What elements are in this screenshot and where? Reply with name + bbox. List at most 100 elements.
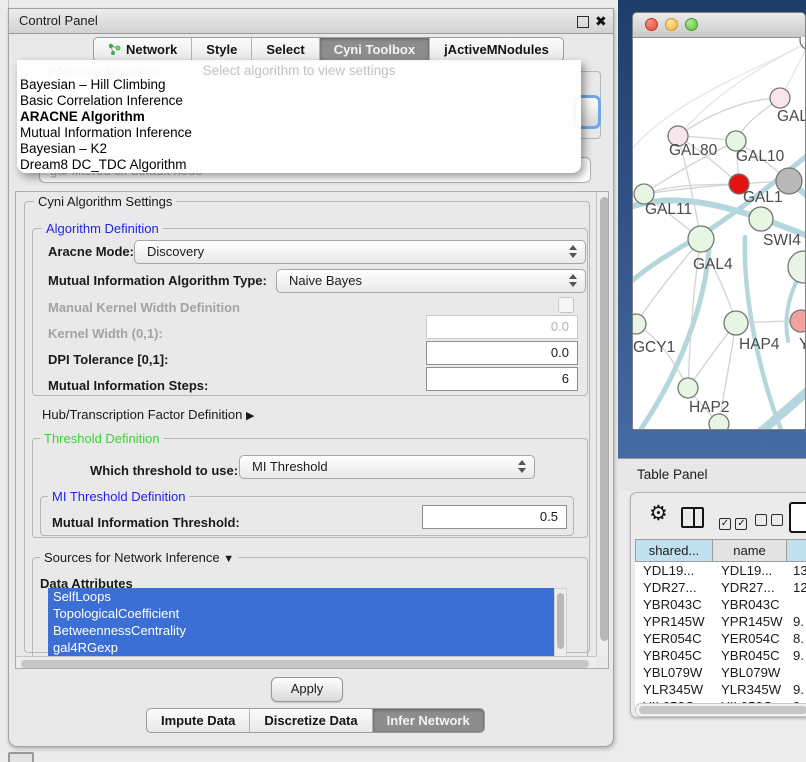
kernel-width-field[interactable]: 0.0 [426, 315, 578, 339]
attributes-scrollbar[interactable] [554, 588, 567, 658]
table-row[interactable]: YBR045CYBR045C9. [635, 647, 806, 664]
network-node[interactable] [724, 311, 748, 335]
table-cell[interactable]: YBR043C [713, 596, 787, 613]
network-node[interactable] [790, 310, 806, 332]
tab-infer-network[interactable]: Infer Network [372, 709, 484, 732]
table-cell[interactable]: 9. [787, 647, 806, 664]
column-header-clipped[interactable] [787, 539, 806, 562]
network-node[interactable] [770, 88, 790, 108]
document-icon[interactable] [789, 502, 806, 533]
tab-cyni-toolbox[interactable]: Cyni Toolbox [319, 38, 429, 61]
network-node[interactable] [788, 251, 806, 283]
table-cell[interactable]: YBR045C [713, 647, 787, 664]
control-panel-titlebar[interactable]: Control Panel ✖ [9, 9, 613, 34]
table-cell[interactable]: 12 [787, 579, 806, 596]
clear-checks-icon[interactable] [755, 513, 783, 531]
table-row[interactable]: YLR345WYLR345W9. [635, 681, 806, 698]
close-icon[interactable]: ✖ [595, 11, 607, 31]
table-cell[interactable]: YER054C [713, 630, 787, 647]
table-cell[interactable]: YDR27... [635, 579, 713, 596]
table-cell[interactable]: YBL079W [635, 664, 713, 681]
algorithm-option-bayesian-k2[interactable]: Bayesian – K2 [17, 141, 581, 157]
table-row[interactable]: YBR043CYBR043C [635, 596, 806, 613]
expand-right-icon[interactable]: ▶ [246, 410, 254, 422]
network-node[interactable] [749, 207, 773, 231]
column-header-name[interactable]: name [713, 539, 787, 562]
settings-vscrollbar[interactable] [596, 192, 609, 656]
algorithm-option-mutual-information-inference[interactable]: Mutual Information Inference [17, 125, 581, 141]
select-all-checks-icon[interactable]: ✓ ✓ [719, 513, 747, 531]
float-panel-icon[interactable] [577, 16, 589, 28]
attribute-item-gal4rgexp[interactable]: gal4RGexp [48, 639, 554, 656]
attribute-item-topologicalcoefficient[interactable]: TopologicalCoefficient [48, 605, 554, 622]
table-cell[interactable]: YBL079W [713, 664, 787, 681]
table-row[interactable]: YDL19...YDL19...13 [635, 562, 806, 579]
tab-impute-data[interactable]: Impute Data [147, 709, 249, 732]
table-cell[interactable] [787, 596, 806, 613]
network-node[interactable] [800, 37, 806, 50]
gear-icon[interactable]: ⚙ [649, 501, 668, 526]
network-node[interactable] [678, 378, 698, 398]
sources-toggle[interactable]: Sources for Network Inference ▼ [40, 550, 238, 565]
attribute-item-selfloops[interactable]: SelfLoops [48, 588, 554, 605]
table-row[interactable]: YER054CYER054C8. [635, 630, 806, 647]
settings-hscrollbar[interactable] [16, 656, 596, 669]
table-cell[interactable]: YDR27... [713, 579, 787, 596]
algorithm-option-dream8-dc-tdc-algorithm[interactable]: Dream8 DC_TDC Algorithm [17, 157, 581, 173]
split-columns-icon[interactable] [681, 507, 704, 528]
table-cell[interactable]: YBR045C [635, 647, 713, 664]
clipped-corner-button[interactable] [8, 752, 34, 762]
mi-type-select[interactable]: Naive Bayes [276, 269, 586, 293]
table-cell[interactable]: 8. [787, 630, 806, 647]
apply-button[interactable]: Apply [271, 677, 343, 702]
table-row[interactable]: YPR145WYPR145W9. [635, 613, 806, 630]
network-edge[interactable] [745, 237, 783, 430]
tab-select[interactable]: Select [251, 38, 318, 61]
table-cell[interactable] [787, 664, 806, 681]
column-header-shared[interactable]: shared... [635, 539, 713, 562]
mi-threshold-field[interactable]: 0.5 [422, 505, 567, 529]
network-edge[interactable] [678, 99, 780, 136]
network-node[interactable] [709, 414, 729, 430]
table-cell[interactable]: 9. [787, 681, 806, 698]
scrollbar-thumb[interactable] [639, 706, 806, 714]
table-cell[interactable]: YER054C [635, 630, 713, 647]
tab-discretize-data[interactable]: Discretize Data [249, 709, 371, 732]
table-row[interactable]: YBL079WYBL079W [635, 664, 806, 681]
network-node[interactable] [633, 314, 646, 334]
minimize-traffic-light[interactable] [665, 18, 678, 31]
collapse-down-icon[interactable]: ▼ [223, 553, 234, 565]
scrollbar-thumb[interactable] [600, 197, 609, 641]
aracne-mode-select[interactable]: Discovery [134, 240, 586, 264]
table-cell[interactable]: YPR145W [635, 613, 713, 630]
tab-style[interactable]: Style [191, 38, 251, 61]
table-cell[interactable]: YBR043C [635, 596, 713, 613]
network-node[interactable] [688, 226, 714, 252]
table-cell[interactable]: 9. [787, 613, 806, 630]
network-canvas[interactable]: GALGAL80GAL10GAL1GAL11SWI4GAL4GCY1HAP4YH… [633, 37, 806, 430]
manual-kernel-checkbox[interactable] [558, 297, 574, 313]
scrollbar-thumb[interactable] [557, 593, 564, 649]
hub-definition-toggle[interactable]: Hub/Transcription Factor Definition ▶ [42, 407, 254, 422]
table-cell[interactable]: YPR145W [713, 613, 787, 630]
table-cell[interactable]: YDL19... [713, 562, 787, 579]
which-threshold-select[interactable]: MI Threshold [239, 455, 535, 479]
algorithm-option-aracne-algorithm[interactable]: ARACNE Algorithm [17, 109, 581, 125]
zoom-traffic-light[interactable] [685, 18, 698, 31]
table-cell[interactable]: YLR345W [713, 681, 787, 698]
tab-jactivemnodules[interactable]: jActiveMNodules [429, 38, 563, 61]
table-cell[interactable]: 13 [787, 562, 806, 579]
network-window-titlebar[interactable] [633, 13, 805, 38]
tab-network[interactable]: Network [94, 38, 191, 61]
dpi-tolerance-field[interactable]: 0.0 [426, 341, 578, 365]
scrollbar-thumb[interactable] [21, 660, 589, 668]
close-traffic-light[interactable] [645, 18, 658, 31]
table-cell[interactable]: YDL19... [635, 562, 713, 579]
attribute-item-betweennesscentrality[interactable]: BetweennessCentrality [48, 622, 554, 639]
mi-steps-field[interactable]: 6 [426, 367, 578, 391]
algorithm-option-bayesian-hill-climbing[interactable]: Bayesian – Hill Climbing [17, 77, 581, 93]
network-edge[interactable] [757, 383, 806, 430]
table-cell[interactable]: YLR345W [635, 681, 713, 698]
table-hscrollbar[interactable] [635, 703, 806, 717]
algorithm-option-basic-correlation-inference[interactable]: Basic Correlation Inference [17, 93, 581, 109]
